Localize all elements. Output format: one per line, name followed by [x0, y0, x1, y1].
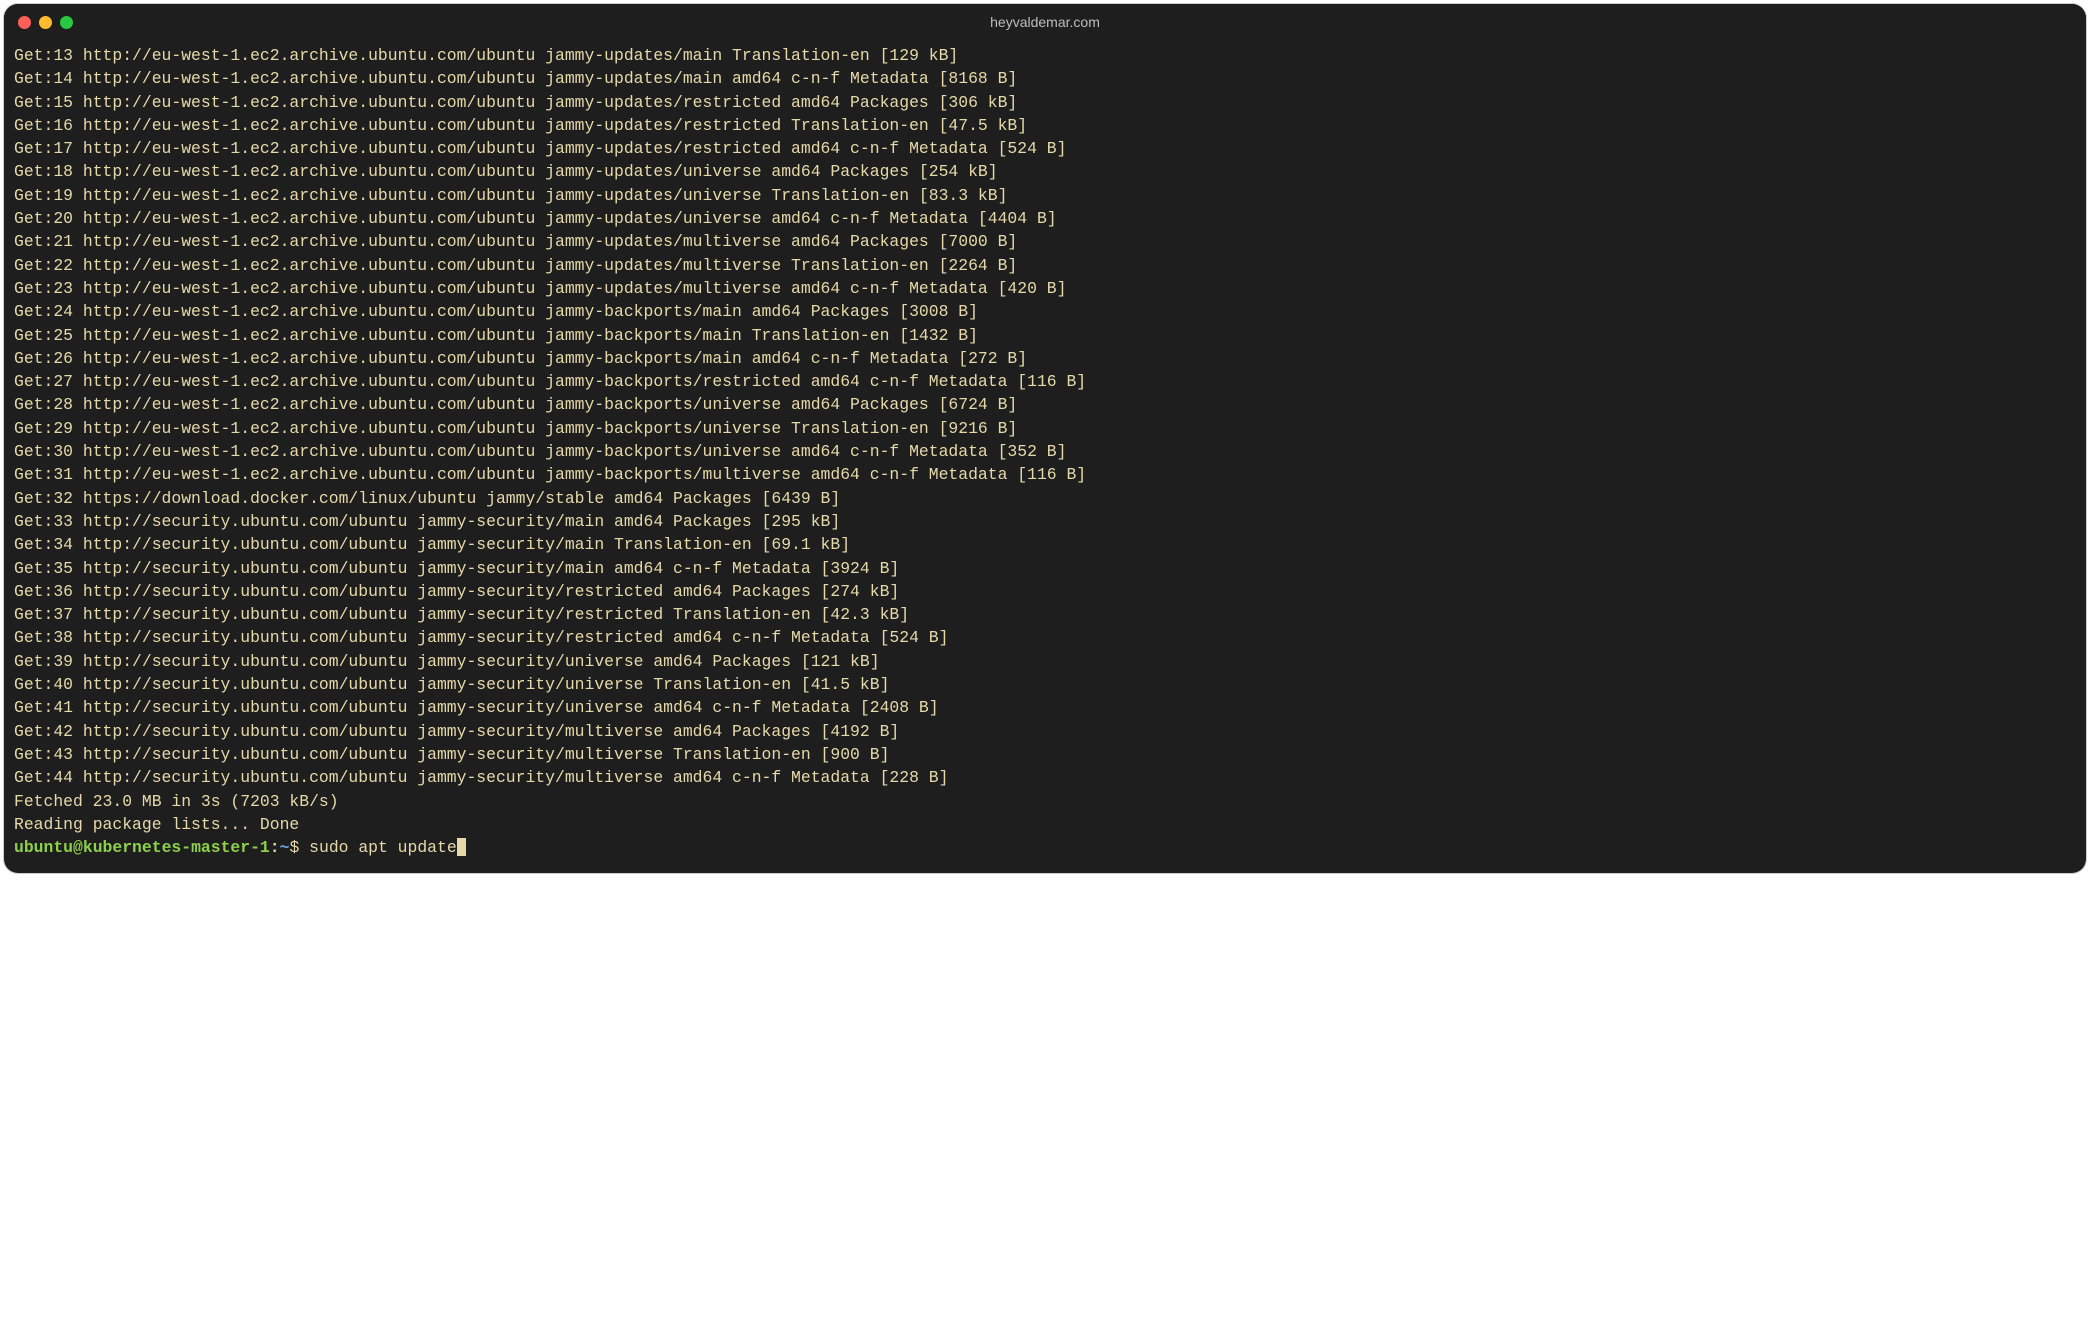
- cursor-icon: [457, 838, 466, 856]
- prompt-user: ubuntu: [14, 838, 73, 857]
- terminal-output-line: Get:37 http://security.ubuntu.com/ubuntu…: [14, 603, 2076, 626]
- terminal-output-line: Get:36 http://security.ubuntu.com/ubuntu…: [14, 580, 2076, 603]
- terminal-output-line: Get:35 http://security.ubuntu.com/ubuntu…: [14, 557, 2076, 580]
- maximize-icon[interactable]: [60, 16, 73, 29]
- prompt-at: @: [73, 838, 83, 857]
- terminal-output-line: Get:27 http://eu-west-1.ec2.archive.ubun…: [14, 370, 2076, 393]
- terminal-output-line: Get:24 http://eu-west-1.ec2.archive.ubun…: [14, 300, 2076, 323]
- terminal-output-line: Get:41 http://security.ubuntu.com/ubuntu…: [14, 696, 2076, 719]
- terminal-output-line: Fetched 23.0 MB in 3s (7203 kB/s): [14, 790, 2076, 813]
- terminal-viewport[interactable]: Get:13 http://eu-west-1.ec2.archive.ubun…: [4, 40, 2086, 873]
- terminal-output-line: Get:39 http://security.ubuntu.com/ubuntu…: [14, 650, 2076, 673]
- terminal-output-line: Get:43 http://security.ubuntu.com/ubuntu…: [14, 743, 2076, 766]
- terminal-output-line: Get:28 http://eu-west-1.ec2.archive.ubun…: [14, 393, 2076, 416]
- terminal-output-line: Get:40 http://security.ubuntu.com/ubuntu…: [14, 673, 2076, 696]
- terminal-output-line: Get:14 http://eu-west-1.ec2.archive.ubun…: [14, 67, 2076, 90]
- prompt-command[interactable]: sudo apt update: [309, 838, 457, 857]
- terminal-output-line: Get:26 http://eu-west-1.ec2.archive.ubun…: [14, 347, 2076, 370]
- terminal-output-line: Get:33 http://security.ubuntu.com/ubuntu…: [14, 510, 2076, 533]
- terminal-output-line: Get:38 http://security.ubuntu.com/ubuntu…: [14, 626, 2076, 649]
- terminal-output-line: Get:32 https://download.docker.com/linux…: [14, 487, 2076, 510]
- titlebar: heyvaldemar.com: [4, 4, 2086, 40]
- terminal-output-line: Get:16 http://eu-west-1.ec2.archive.ubun…: [14, 114, 2076, 137]
- minimize-icon[interactable]: [39, 16, 52, 29]
- terminal-output-line: Get:29 http://eu-west-1.ec2.archive.ubun…: [14, 417, 2076, 440]
- terminal-output-line: Get:30 http://eu-west-1.ec2.archive.ubun…: [14, 440, 2076, 463]
- prompt-line[interactable]: ubuntu@kubernetes-master-1:~$ sudo apt u…: [14, 836, 2076, 859]
- window-title: heyvaldemar.com: [4, 14, 2086, 30]
- terminal-output-line: Get:17 http://eu-west-1.ec2.archive.ubun…: [14, 137, 2076, 160]
- close-icon[interactable]: [18, 16, 31, 29]
- terminal-output-line: Get:19 http://eu-west-1.ec2.archive.ubun…: [14, 184, 2076, 207]
- terminal-output-line: Get:34 http://security.ubuntu.com/ubuntu…: [14, 533, 2076, 556]
- terminal-output-line: Get:42 http://security.ubuntu.com/ubuntu…: [14, 720, 2076, 743]
- terminal-output-line: Get:18 http://eu-west-1.ec2.archive.ubun…: [14, 160, 2076, 183]
- terminal-window: heyvaldemar.com Get:13 http://eu-west-1.…: [4, 4, 2086, 873]
- terminal-output-line: Get:31 http://eu-west-1.ec2.archive.ubun…: [14, 463, 2076, 486]
- prompt-dollar: $: [289, 838, 309, 857]
- terminal-output-line: Get:13 http://eu-west-1.ec2.archive.ubun…: [14, 44, 2076, 67]
- prompt-host: kubernetes-master-1: [83, 838, 270, 857]
- terminal-output-line: Get:15 http://eu-west-1.ec2.archive.ubun…: [14, 91, 2076, 114]
- terminal-output-line: Get:23 http://eu-west-1.ec2.archive.ubun…: [14, 277, 2076, 300]
- traffic-lights: [4, 16, 73, 29]
- prompt-colon: :: [270, 838, 280, 857]
- terminal-output-line: Get:44 http://security.ubuntu.com/ubuntu…: [14, 766, 2076, 789]
- terminal-output-line: Get:22 http://eu-west-1.ec2.archive.ubun…: [14, 254, 2076, 277]
- terminal-output-line: Reading package lists... Done: [14, 813, 2076, 836]
- terminal-output-line: Get:25 http://eu-west-1.ec2.archive.ubun…: [14, 324, 2076, 347]
- prompt-path: ~: [280, 838, 290, 857]
- terminal-output-line: Get:21 http://eu-west-1.ec2.archive.ubun…: [14, 230, 2076, 253]
- terminal-output-line: Get:20 http://eu-west-1.ec2.archive.ubun…: [14, 207, 2076, 230]
